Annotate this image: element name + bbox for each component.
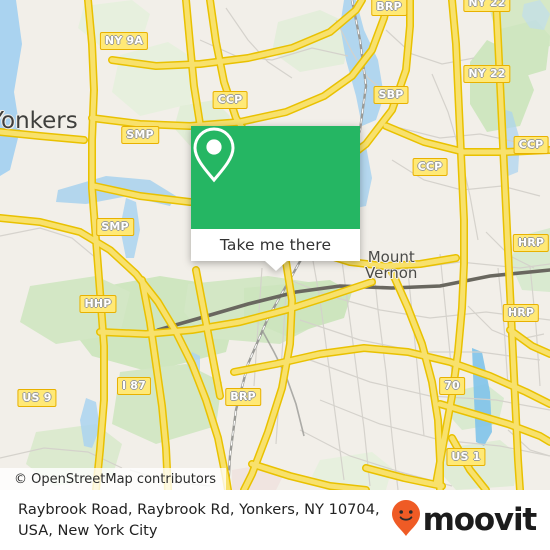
card-image-area	[191, 126, 360, 229]
address-text: Raybrook Road, Raybrook Rd, Yonkers, NY …	[18, 501, 380, 539]
footer-bar: Raybrook Road, Raybrook Rd, Yonkers, NY …	[0, 490, 550, 550]
moovit-map-screenshot: Yonkers Mount Vernon BRPNY 22NY 9ANY 22C…	[0, 0, 550, 550]
card-pointer-tail	[264, 261, 287, 271]
map-canvas[interactable]: Yonkers Mount Vernon BRPNY 22NY 9ANY 22C…	[0, 0, 550, 490]
take-me-there-label: Take me there	[219, 236, 332, 254]
osm-attribution-text: © OpenStreetMap contributors	[14, 471, 216, 487]
osm-attribution[interactable]: © OpenStreetMap contributors	[0, 468, 226, 490]
moovit-smiley-pin-icon	[391, 499, 421, 542]
moovit-logo[interactable]: moovit	[391, 499, 538, 542]
take-me-there-card[interactable]: Take me there	[191, 126, 360, 271]
moovit-wordmark: moovit	[422, 501, 538, 538]
card-cta-area[interactable]: Take me there	[191, 229, 360, 261]
